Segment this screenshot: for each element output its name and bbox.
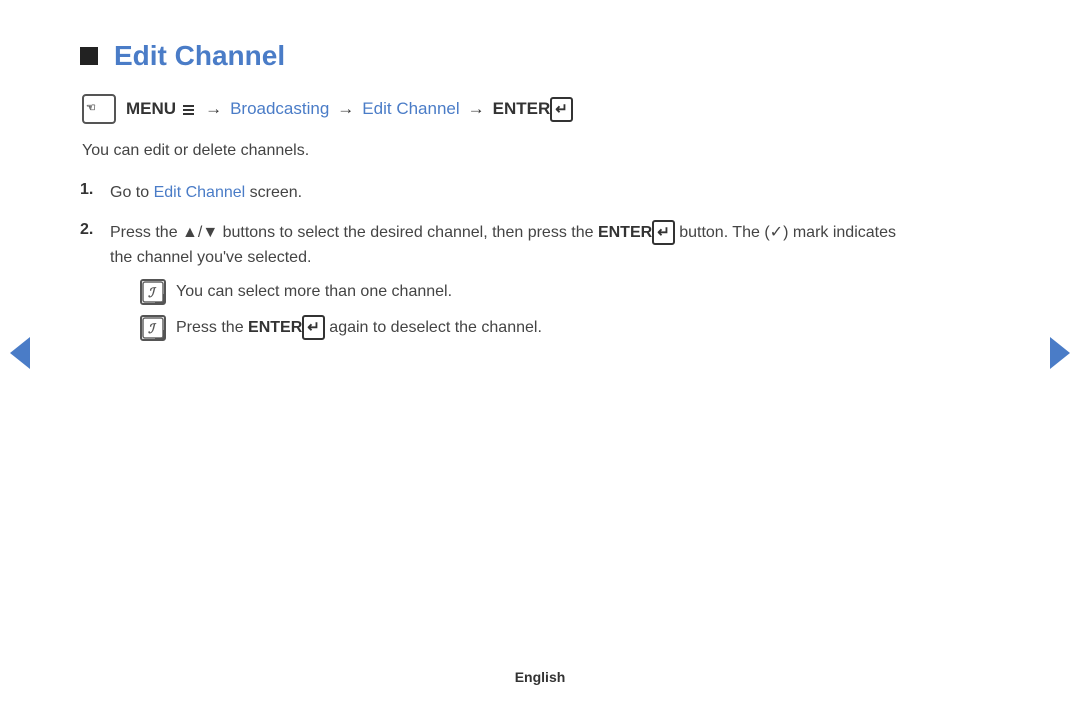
enter-box-icon: ↵ [550,97,573,122]
step-1-content: Go to Edit Channel screen. [110,180,302,206]
menu-label: MENU [126,99,176,119]
note-2-enter: ENTER↵ [248,319,325,336]
note-2-text: Press the ENTER↵ again to deselect the c… [176,315,542,341]
note-2-enter-icon: ↵ [302,315,325,340]
page-title: Edit Channel [114,40,285,72]
arrow-1: → [205,99,222,119]
step-1-link: Edit Channel [154,184,246,201]
svg-text:ℐ: ℐ [148,321,157,336]
step-2-number: 2. [80,221,110,239]
svg-text:☜: ☜ [86,102,96,114]
step-2-content: Press the ▲/▼ buttons to select the desi… [110,220,900,351]
nav-arrow-right[interactable] [1050,337,1070,369]
arrow-3: → [468,99,485,119]
breadcrumb-broadcasting: Broadcasting [230,99,329,119]
footer: English [0,669,1080,685]
breadcrumb-edit-channel: Edit Channel [362,99,459,119]
step-1-number: 1. [80,181,110,199]
menu-bars-icon [183,105,194,115]
menu-icon: ☜ [82,94,116,124]
note-1-text: You can select more than one channel. [176,279,452,305]
arrow-2: → [337,99,354,119]
breadcrumb: ☜ MENU → Broadcasting → Edit Channel → E… [82,94,900,124]
note-1: ℐ You can select more than one channel. [140,279,900,305]
step-2: 2. Press the ▲/▼ buttons to select the d… [80,220,900,351]
note-2: ℐ Press the ENTER↵ again to deselect the… [140,315,900,341]
steps-list: 1. Go to Edit Channel screen. 2. Press t… [80,180,900,351]
enter-key: ENTER↵ [493,97,573,122]
nav-arrow-left[interactable] [10,337,30,369]
svg-text:ℐ: ℐ [148,285,157,300]
page-title-row: Edit Channel [80,40,900,72]
step-1: 1. Go to Edit Channel screen. [80,180,900,206]
main-content: Edit Channel ☜ MENU → Broadcasting → Edi… [0,0,980,405]
step-2-enter: ENTER↵ [598,224,675,241]
footer-text: English [515,669,566,685]
step-2-enter-icon: ↵ [652,220,675,245]
notes-container: ℐ You can select more than one channel. … [140,279,900,341]
step-2-text-before: Press the ▲/▼ buttons to select the desi… [110,224,598,241]
note-2-icon: ℐ [140,315,166,341]
black-square-icon [80,47,98,65]
note-1-icon: ℐ [140,279,166,305]
description-text: You can edit or delete channels. [82,142,900,160]
